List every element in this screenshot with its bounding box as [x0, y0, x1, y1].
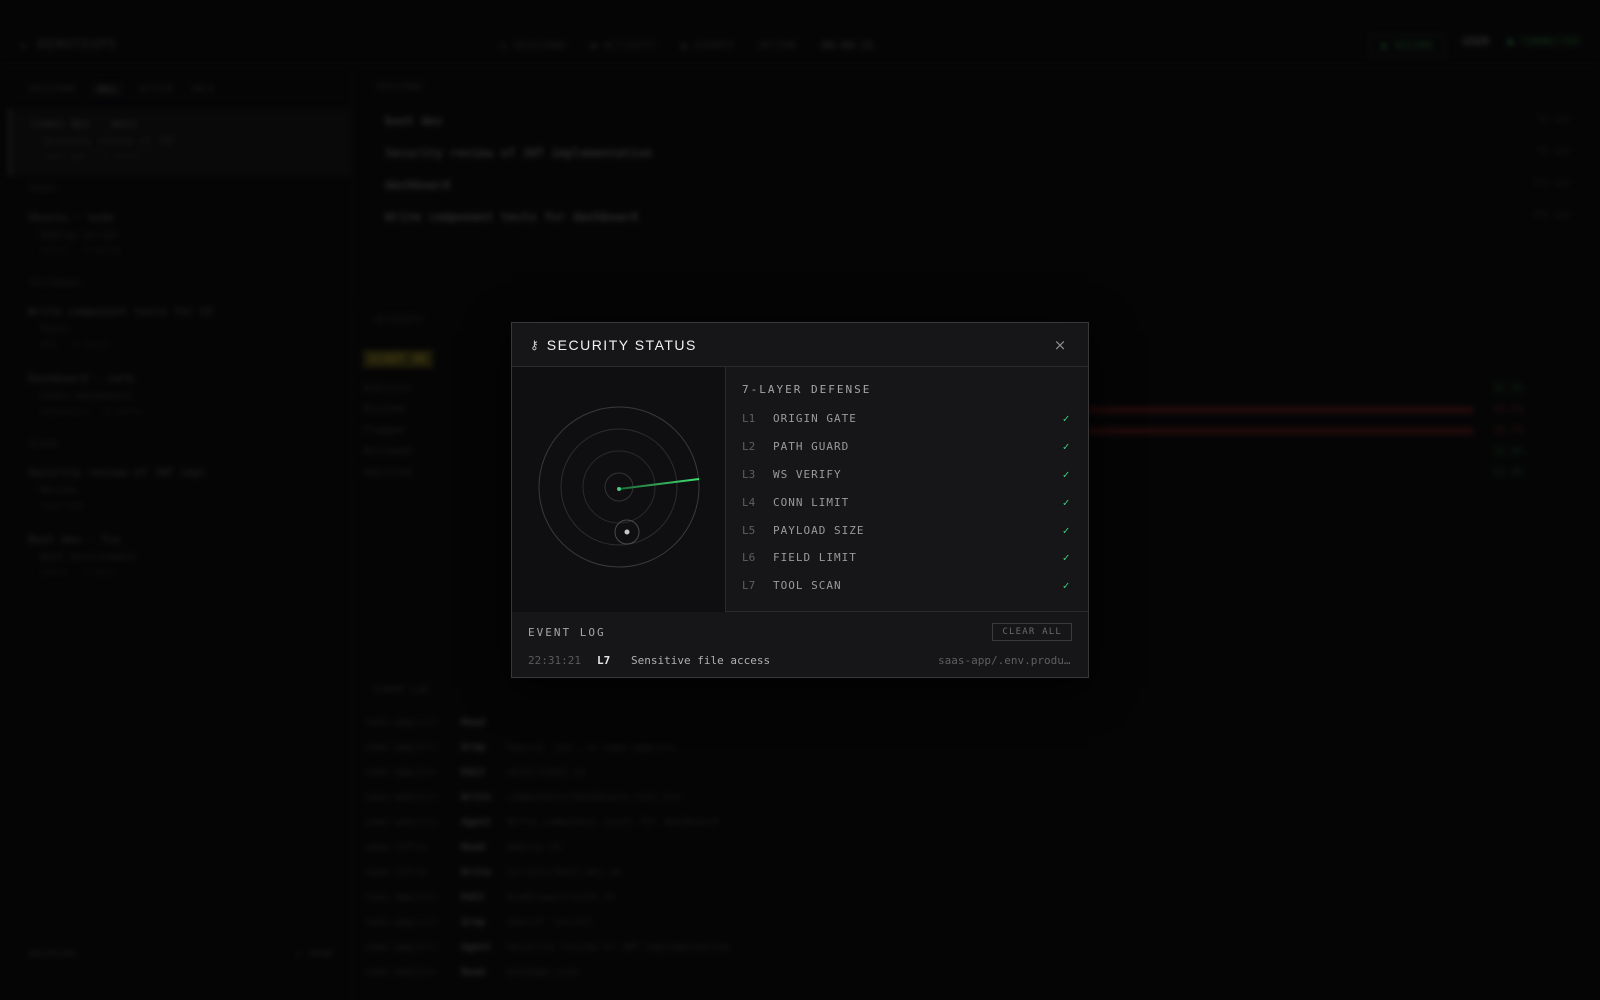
layer-row-l7: L7 TOOL SCAN ✓: [742, 572, 1072, 600]
layers-pane: 7-LAYER DEFENSE L1 ORIGIN GATE ✓ L2 PATH GUA…: [726, 367, 1088, 611]
check-icon: ✓: [1062, 495, 1070, 509]
layer-id: L4: [742, 495, 756, 509]
check-icon: ✓: [1062, 551, 1070, 565]
check-icon: ✓: [1062, 440, 1070, 454]
check-icon: ✓: [1062, 579, 1070, 593]
event-message: Sensitive file access: [631, 654, 771, 667]
security-status-modal: ⚷ SECURITY STATUS × 7-LAYER DEFENSE L1 O…: [511, 322, 1089, 678]
event-log: EVENT LOG CLEAR ALL 22:31:21 L7 Sensitive …: [512, 612, 1088, 678]
layer-id: L7: [742, 579, 756, 593]
radar-pane: [512, 367, 726, 612]
check-icon: ✓: [1062, 523, 1070, 537]
layer-id: L2: [742, 440, 756, 454]
check-icon: ✓: [1062, 467, 1070, 481]
check-icon: ✓: [1062, 412, 1070, 426]
key-icon: ⚷: [530, 337, 539, 352]
layer-row-l6: L6 FIELD LIMIT ✓: [742, 544, 1072, 572]
event-log-title: EVENT LOG: [528, 625, 606, 639]
layer-name: TOOL SCAN: [773, 579, 842, 593]
event-time: 22:31:21: [528, 654, 581, 667]
layer-id: L1: [742, 412, 756, 426]
layer-row-l3: L3 WS VERIFY ✓: [742, 461, 1072, 489]
defense-title: 7-LAYER DEFENSE: [742, 383, 872, 396]
event-list: 22:31:21 L7 Sensitive file access saas-app/…: [528, 654, 1072, 667]
layer-row-l2: L2 PATH GUARD ✓: [742, 433, 1072, 461]
event-path: saas-app/.env.produ…: [938, 654, 1071, 667]
modal-body: 7-LAYER DEFENSE L1 ORIGIN GATE ✓ L2 PATH GUA…: [512, 367, 1088, 612]
event-log-header: EVENT LOG CLEAR ALL: [528, 623, 1072, 641]
layer-row-l5: L5 PAYLOAD SIZE ✓: [742, 516, 1072, 544]
layer-id: L5: [742, 523, 756, 537]
layer-id: L3: [742, 467, 756, 481]
modal-header: ⚷ SECURITY STATUS ×: [512, 323, 1088, 367]
layer-row-l4: L4 CONN LIMIT ✓: [742, 488, 1072, 516]
layer-name: ORIGIN GATE: [773, 412, 857, 426]
layer-name: PATH GUARD: [773, 440, 850, 454]
event-row: 22:31:21 L7 Sensitive file access saas-app/…: [528, 654, 1072, 667]
layer-name: WS VERIFY: [773, 467, 842, 481]
close-icon[interactable]: ×: [1050, 336, 1070, 354]
radar-blip: [624, 529, 630, 535]
radar-graphic: [538, 406, 700, 568]
radar-center-dot: [617, 487, 621, 491]
layer-name: FIELD LIMIT: [773, 551, 857, 565]
clear-all-button[interactable]: CLEAR ALL: [992, 623, 1072, 641]
modal-title: SECURITY STATUS: [546, 336, 697, 353]
layer-row-l1: L1 ORIGIN GATE ✓: [742, 405, 1072, 433]
event-layer: L7: [597, 654, 611, 667]
layer-name: PAYLOAD SIZE: [773, 523, 865, 537]
layer-name: CONN LIMIT: [773, 495, 850, 509]
layer-list: L1 ORIGIN GATE ✓ L2 PATH GUARD ✓ L3 WS VERIFY ✓ L…: [742, 405, 1072, 600]
layer-id: L6: [742, 551, 756, 565]
